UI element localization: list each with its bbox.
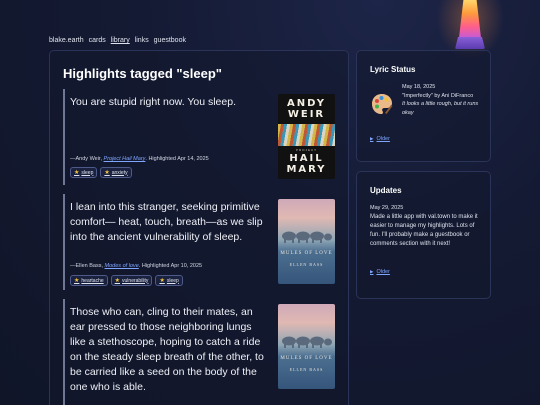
update-date: May 29, 2025 xyxy=(370,205,404,211)
tag-link[interactable]: ★ anxiety xyxy=(100,167,132,178)
highlight-quote: Those who can, cling to their mates, an … xyxy=(70,306,264,393)
highlight-meta: —Ellen Bass, Modes of love. Highlighted … xyxy=(70,263,202,269)
lyric-song: "Imperfectly" by Ani DiFranco xyxy=(402,92,474,99)
highlight-tags: ★ heartache ★ vulnerability ★ sleep xyxy=(70,275,183,286)
book-cover-mules-of-love[interactable]: MULES OF LOVE ELLEN BASS xyxy=(278,199,335,284)
highlight-author: —Andy Weir, xyxy=(70,156,102,162)
updates-panel: Updates May 29, 2025 Made a little app w… xyxy=(356,171,491,299)
nav-link-guestbook[interactable]: guestbook xyxy=(154,37,186,44)
star-icon: ★ xyxy=(74,278,80,284)
tag-link[interactable]: ★ vulnerability xyxy=(110,275,153,286)
highlight-tags: ★ sleep ★ anxiety xyxy=(70,167,132,178)
tag-link[interactable]: ★ heartache xyxy=(70,275,108,286)
quote-bar xyxy=(63,299,65,405)
page-title: Highlights tagged "sleep" xyxy=(63,66,222,81)
highlight-date: . Highlighted Apr 14, 2025 xyxy=(145,156,209,162)
book-cover-project-hail-mary[interactable]: ANDY WEIR PROJECT HAIL MARY xyxy=(278,94,335,179)
cover-art xyxy=(282,231,332,243)
tag-link[interactable]: ★ sleep xyxy=(70,167,98,178)
highlight-quote: You are stupid right now. You sleep. xyxy=(70,96,236,108)
tag-label: sleep xyxy=(166,277,179,284)
cover-text: PROJECT xyxy=(295,148,317,152)
tag-link[interactable]: ★ sleep xyxy=(155,275,183,286)
highlight-author: —Ellen Bass, xyxy=(70,263,104,269)
triangle-right-icon: ▶ xyxy=(370,136,374,141)
cover-text: HAIL xyxy=(289,153,324,164)
cover-text: ELLEN BASS xyxy=(289,262,324,267)
highlight-item: You are stupid right now. You sleep. —An… xyxy=(63,89,335,185)
highlight-item: Those who can, cling to their mates, an … xyxy=(63,299,335,405)
nav-link-library[interactable]: library xyxy=(111,37,130,44)
cover-text: MULES OF LOVE xyxy=(280,356,333,361)
older-label: Older xyxy=(376,136,390,142)
highlights-panel: Highlights tagged "sleep" You are stupid… xyxy=(49,50,349,405)
quote-bar xyxy=(63,89,65,185)
older-link[interactable]: ▶ Older xyxy=(370,269,390,275)
palette-icon xyxy=(372,94,393,114)
tag-label: anxiety xyxy=(111,169,128,176)
cover-text: WEIR xyxy=(287,109,326,120)
update-text: Made a little app with val.town to make … xyxy=(370,214,478,247)
star-icon: ★ xyxy=(114,278,121,284)
panel-title: Updates xyxy=(370,186,402,195)
highlight-date: . Highlighted Apr 10, 2025 xyxy=(138,263,203,269)
highlight-quote: I lean into this stranger, seeking primi… xyxy=(70,201,263,243)
tag-label: vulnerability xyxy=(122,277,149,284)
cover-text: MULES OF LOVE xyxy=(280,251,333,256)
nav-link-cards[interactable]: cards xyxy=(89,37,106,44)
cover-text: MARY xyxy=(286,164,327,175)
nav-link-links[interactable]: links xyxy=(135,37,149,44)
star-icon: ★ xyxy=(104,170,110,176)
quote-bar xyxy=(63,194,65,290)
lava-lamp-icon xyxy=(436,0,504,60)
older-label: Older xyxy=(376,269,390,275)
older-link[interactable]: ▶ Older xyxy=(370,136,390,142)
highlight-book-link[interactable]: Modes of love xyxy=(105,263,139,269)
lyric-status-body: May 18, 2025 "Imperfectly" by Ani DiFran… xyxy=(402,83,486,117)
triangle-right-icon: ▶ xyxy=(370,269,374,274)
highlight-book-link[interactable]: Project Hail Mary xyxy=(104,156,146,162)
star-icon: ★ xyxy=(159,278,165,284)
highlight-item: I lean into this stranger, seeking primi… xyxy=(63,194,335,290)
lyric-status-panel: Lyric Status May 18, 2025 "Imperfectly" … xyxy=(356,50,491,162)
cover-art xyxy=(282,336,332,348)
highlight-meta: —Andy Weir, Project Hail Mary. Highlight… xyxy=(70,156,209,162)
cover-text: ELLEN BASS xyxy=(289,367,324,372)
tag-label: sleep xyxy=(81,169,94,176)
star-icon: ★ xyxy=(74,170,80,176)
cover-text: ANDY xyxy=(287,98,326,109)
updates-body: May 29, 2025 Made a little app with val.… xyxy=(370,204,482,249)
lyric-note: It looks a little rough, but it runs oka… xyxy=(402,101,479,116)
panel-title: Lyric Status xyxy=(370,65,416,74)
cover-art xyxy=(278,124,335,146)
book-cover-mules-of-love[interactable]: MULES OF LOVE ELLEN BASS xyxy=(278,304,335,389)
lyric-date: May 18, 2025 xyxy=(402,84,436,90)
nav-link-home[interactable]: blake.earth xyxy=(49,37,84,44)
site-nav: blake.earth cards library links guestboo… xyxy=(49,37,189,44)
tag-label: heartache xyxy=(81,277,104,284)
